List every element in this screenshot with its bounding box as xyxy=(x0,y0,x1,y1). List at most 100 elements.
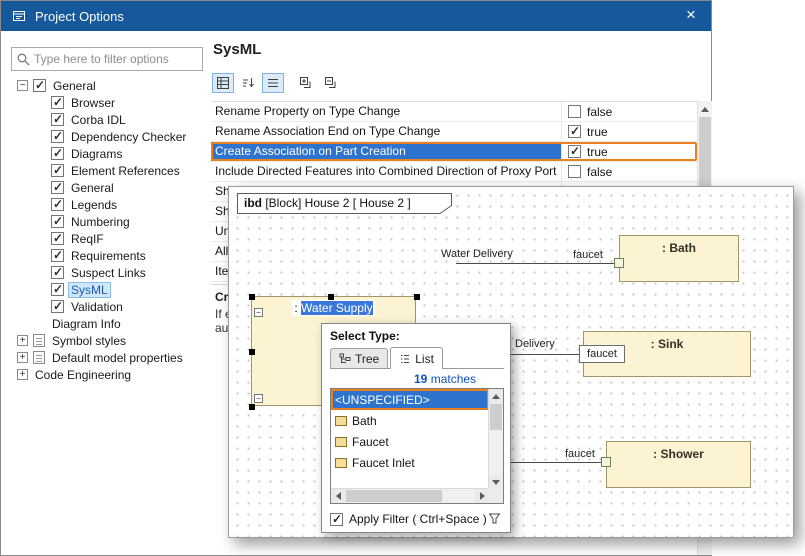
scroll-up-button[interactable] xyxy=(698,101,712,117)
tree-item-general[interactable]: −General xyxy=(11,77,205,94)
option-row-rename-association-end-on-type-change[interactable]: Rename Association End on Type Changetru… xyxy=(211,122,697,142)
tree-item-symbol-styles[interactable]: +Symbol styles xyxy=(11,332,205,349)
checkbox-checked-icon[interactable] xyxy=(51,147,64,160)
connector-shower[interactable] xyxy=(511,462,601,463)
tree-item-diagram-info[interactable]: Diagram Info xyxy=(11,315,205,332)
dialog-titlebar[interactable]: Project Options × xyxy=(1,1,711,31)
close-icon[interactable]: × xyxy=(677,2,705,30)
expand-all-button[interactable] xyxy=(295,73,317,93)
connector-water-delivery-sink[interactable] xyxy=(511,354,579,355)
categorized-view-button[interactable] xyxy=(212,73,234,93)
option-value[interactable]: false xyxy=(561,102,697,121)
tree-item-code-engineering[interactable]: +Code Engineering xyxy=(11,366,205,383)
select-type-tabs: Tree List xyxy=(330,347,504,369)
option-row-create-association-on-part-creation[interactable]: Create Association on Part Creationtrue xyxy=(211,142,697,162)
tree-item-numbering[interactable]: Numbering xyxy=(11,213,205,230)
search-icon xyxy=(16,52,31,67)
option-row-include-directed-features-into-combined-direction-of-proxy-port[interactable]: Include Directed Features into Combined … xyxy=(211,162,697,182)
tree-item-requirements[interactable]: Requirements xyxy=(11,247,205,264)
type-item-bath[interactable]: Bath xyxy=(331,410,489,431)
compartment-toggle-icon[interactable]: − xyxy=(254,394,263,403)
tree-item-label: Numbering xyxy=(69,215,132,229)
option-value[interactable]: false xyxy=(561,162,697,181)
expander-icon[interactable]: − xyxy=(17,80,28,91)
filter-box[interactable] xyxy=(11,47,203,71)
checkbox-unchecked-icon[interactable] xyxy=(568,105,581,118)
checkbox-checked-icon[interactable] xyxy=(51,249,64,262)
port-label: faucet xyxy=(565,448,595,460)
tree-item-legends[interactable]: Legends xyxy=(11,196,205,213)
option-value[interactable]: true xyxy=(561,142,697,161)
scroll-up-button[interactable] xyxy=(489,389,503,404)
tree-item-sysml[interactable]: SysML xyxy=(11,281,205,298)
sort-alphabetically-button[interactable] xyxy=(237,73,259,93)
expander-icon[interactable]: + xyxy=(17,352,28,363)
list-view-icon xyxy=(399,353,411,365)
scrollbar-thumb[interactable] xyxy=(490,404,502,430)
type-item-faucet[interactable]: Faucet xyxy=(331,431,489,452)
scrollbar-thumb[interactable] xyxy=(699,117,711,187)
port-shower-faucet[interactable] xyxy=(601,457,611,467)
options-tree: −GeneralBrowserCorba IDLDependency Check… xyxy=(11,77,205,383)
tree-item-dependency-checker[interactable]: Dependency Checker xyxy=(11,128,205,145)
filter-input[interactable] xyxy=(34,52,198,66)
collapse-all-button[interactable] xyxy=(320,73,342,93)
type-item-unspecified[interactable]: <UNSPECIFIED> xyxy=(331,389,489,410)
connector-water-delivery-bath[interactable] xyxy=(456,263,614,264)
scrollbar-thumb[interactable] xyxy=(346,490,442,502)
type-list-vscrollbar[interactable] xyxy=(488,389,503,490)
option-value[interactable]: true xyxy=(561,122,697,141)
checkbox-checked-icon[interactable] xyxy=(51,266,64,279)
checkbox-checked-icon[interactable] xyxy=(51,215,64,228)
checkbox-checked-icon[interactable] xyxy=(51,181,64,194)
options-toolbar xyxy=(212,73,342,93)
part-bath[interactable]: : Bath xyxy=(619,235,739,282)
checkbox-checked-icon[interactable] xyxy=(330,513,343,526)
checkbox-checked-icon[interactable] xyxy=(51,96,64,109)
model-properties-icon xyxy=(33,351,45,364)
type-item-faucet-inlet[interactable]: Faucet Inlet xyxy=(331,452,489,473)
filter-funnel-icon[interactable] xyxy=(488,512,501,525)
option-row-rename-property-on-type-change[interactable]: Rename Property on Type Changefalse xyxy=(211,102,697,122)
part-shower[interactable]: : Shower xyxy=(606,441,751,488)
tree-item-default-model-properties[interactable]: +Default model properties xyxy=(11,349,205,366)
selection-handle[interactable] xyxy=(249,294,255,300)
selection-handle[interactable] xyxy=(249,404,255,410)
checkbox-checked-icon[interactable] xyxy=(51,164,64,177)
port-bath-faucet[interactable] xyxy=(614,258,624,268)
checkbox-checked-icon[interactable] xyxy=(51,113,64,126)
apply-filter-row[interactable]: Apply Filter ( Ctrl+Space ) xyxy=(330,512,487,526)
tree-item-suspect-links[interactable]: Suspect Links xyxy=(11,264,205,281)
flat-view-button[interactable] xyxy=(262,73,284,93)
tree-item-validation[interactable]: Validation xyxy=(11,298,205,315)
checkbox-checked-icon[interactable] xyxy=(51,198,64,211)
checkbox-checked-icon[interactable] xyxy=(568,125,581,138)
checkbox-checked-icon[interactable] xyxy=(568,145,581,158)
checkbox-unchecked-icon[interactable] xyxy=(568,165,581,178)
checkbox-checked-icon[interactable] xyxy=(51,232,64,245)
tree-item-diagrams[interactable]: Diagrams xyxy=(11,145,205,162)
tree-item-general[interactable]: General xyxy=(11,179,205,196)
port-sink-faucet[interactable]: faucet xyxy=(579,345,625,363)
expander-icon[interactable]: + xyxy=(17,335,28,346)
tree-item-reqif[interactable]: ReqIF xyxy=(11,230,205,247)
tree-item-label: Corba IDL xyxy=(69,113,128,127)
checkbox-checked-icon[interactable] xyxy=(51,130,64,143)
tab-tree[interactable]: Tree xyxy=(330,348,388,368)
compartment-toggle-icon[interactable]: − xyxy=(254,308,263,317)
arrow-up-icon xyxy=(701,107,709,112)
scroll-left-button[interactable] xyxy=(331,489,346,503)
selection-handle[interactable] xyxy=(249,349,255,355)
tab-list[interactable]: List xyxy=(390,347,443,369)
type-list-hscrollbar[interactable] xyxy=(331,488,490,503)
selection-handle[interactable] xyxy=(414,294,420,300)
checkbox-checked-icon[interactable] xyxy=(33,79,46,92)
tree-item-browser[interactable]: Browser xyxy=(11,94,205,111)
expander-icon[interactable]: + xyxy=(17,369,28,380)
selection-handle[interactable] xyxy=(328,294,334,300)
tree-item-corba-idl[interactable]: Corba IDL xyxy=(11,111,205,128)
part-name-editor[interactable]: : Water Supply xyxy=(252,301,415,315)
checkbox-checked-icon[interactable] xyxy=(51,300,64,313)
checkbox-checked-icon[interactable] xyxy=(51,283,64,296)
tree-item-element-references[interactable]: Element References xyxy=(11,162,205,179)
